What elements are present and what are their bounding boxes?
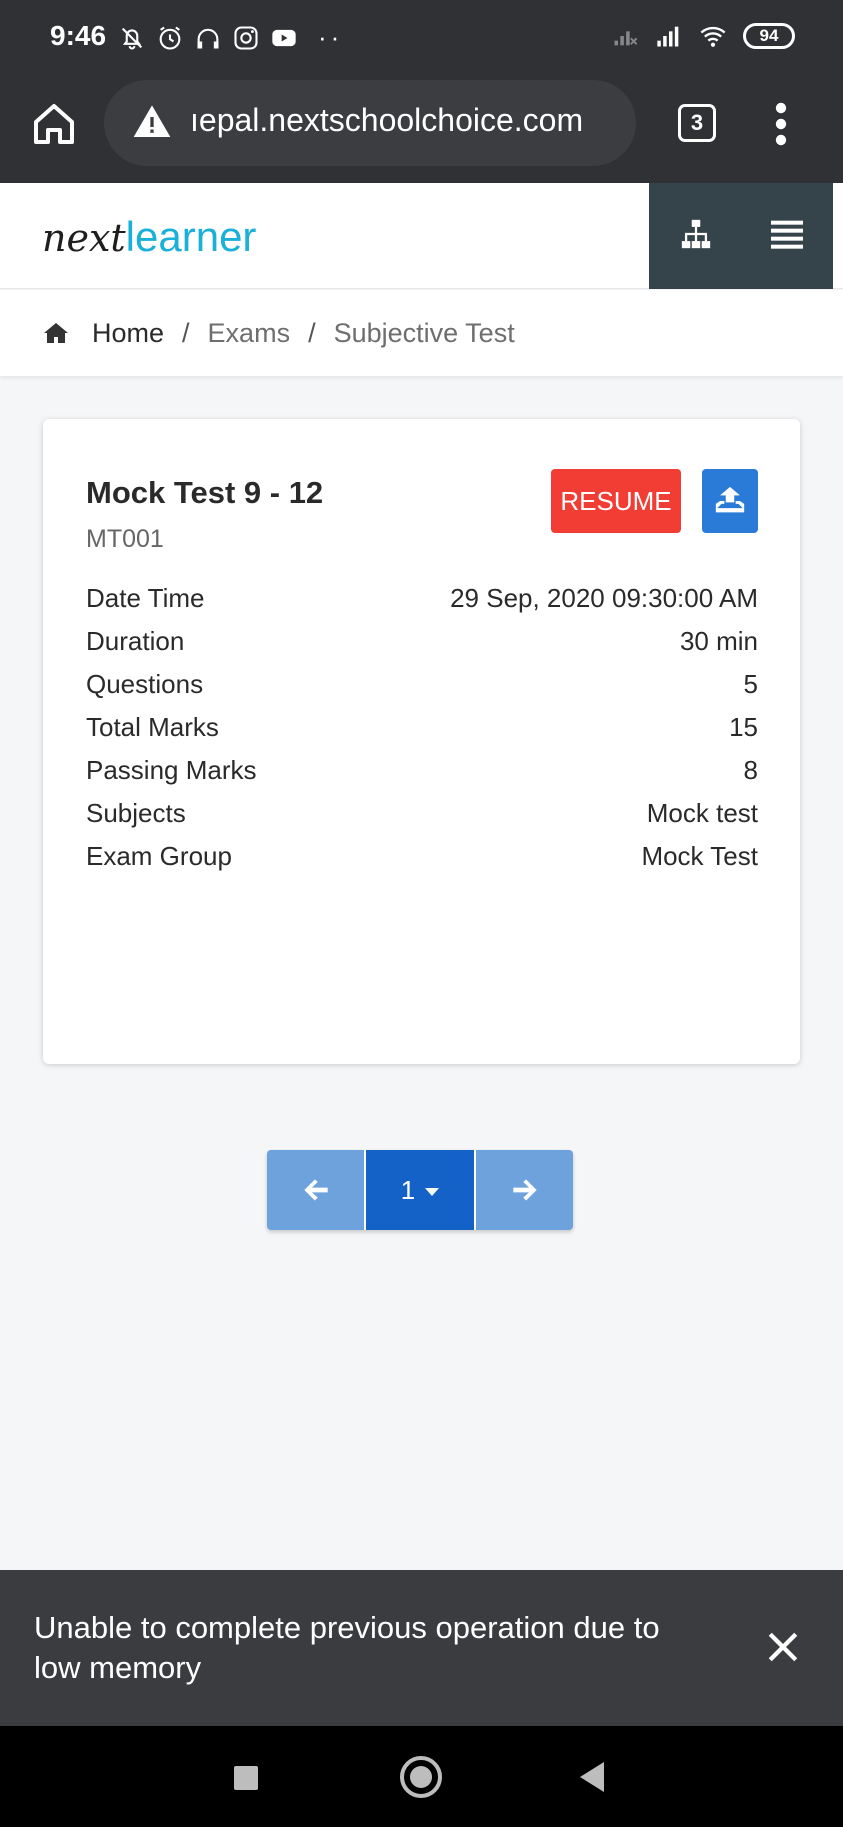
more-options-icon[interactable] bbox=[768, 100, 794, 148]
detail-value: 5 bbox=[743, 669, 758, 699]
detail-label: Questions bbox=[86, 669, 204, 699]
detail-row-passing-marks: Passing Marks 8 bbox=[86, 755, 758, 798]
pagination: 1 bbox=[267, 1150, 573, 1230]
exam-card: Mock Test 9 - 12 MT001 RESUME Date Time 2… bbox=[43, 419, 800, 1064]
exam-details: Date Time 29 Sep, 2020 09:30:00 AM Durati… bbox=[86, 583, 758, 884]
app-header: nextlearner bbox=[0, 183, 843, 289]
resume-button[interactable]: RESUME bbox=[551, 469, 681, 533]
breadcrumb-separator: / bbox=[182, 317, 190, 348]
home-icon[interactable] bbox=[44, 322, 68, 344]
upload-button[interactable] bbox=[702, 469, 758, 533]
address-bar[interactable]: ıepal.nextschoolchoice.com bbox=[104, 80, 636, 166]
signal-off-icon bbox=[614, 31, 638, 46]
detail-row-duration: Duration 30 min bbox=[86, 626, 758, 669]
current-page: 1 bbox=[400, 1174, 416, 1205]
tab-switcher-button[interactable]: 3 bbox=[678, 104, 716, 142]
detail-row-exam-group: Exam Group Mock Test bbox=[86, 841, 758, 884]
headphones-icon bbox=[197, 28, 219, 48]
detail-row-date-time: Date Time 29 Sep, 2020 09:30:00 AM bbox=[86, 583, 758, 626]
page-select-dropdown[interactable]: 1 bbox=[364, 1150, 476, 1230]
caret-down-icon bbox=[425, 1188, 440, 1196]
system-icons: 94 bbox=[611, 22, 795, 50]
battery-level: 94 bbox=[759, 26, 779, 45]
breadcrumb-exams[interactable]: Exams bbox=[208, 318, 291, 349]
close-icon[interactable] bbox=[766, 1630, 800, 1664]
breadcrumb-current: Subjective Test bbox=[333, 317, 515, 348]
exam-code: MT001 bbox=[86, 525, 164, 553]
youtube-icon bbox=[272, 29, 296, 46]
notification-icons: ·· bbox=[118, 22, 343, 53]
back-triangle-icon[interactable] bbox=[580, 1762, 604, 1792]
system-navigation-bar bbox=[0, 1726, 843, 1827]
next-page-button[interactable] bbox=[476, 1150, 573, 1230]
warning-icon[interactable] bbox=[132, 102, 172, 142]
detail-label: Date Time bbox=[86, 583, 205, 613]
previous-page-button[interactable] bbox=[267, 1150, 364, 1230]
detail-label: Passing Marks bbox=[86, 755, 257, 785]
detail-value: Mock Test bbox=[641, 841, 758, 871]
detail-value: 15 bbox=[729, 712, 758, 742]
recent-apps-icon[interactable] bbox=[234, 1766, 258, 1790]
detail-value: 30 min bbox=[679, 626, 758, 656]
detail-label: Exam Group bbox=[86, 841, 232, 871]
alarm-icon bbox=[159, 26, 181, 50]
detail-value: 29 Sep, 2020 09:30:00 AM bbox=[450, 583, 758, 613]
arrow-right-icon bbox=[512, 1179, 537, 1201]
detail-value: Mock test bbox=[646, 798, 758, 828]
detail-label: Total Marks bbox=[86, 712, 219, 742]
arrow-left-icon bbox=[303, 1179, 328, 1201]
browser-toolbar: ıepal.nextschoolchoice.com 3 bbox=[0, 78, 843, 183]
home-circle-icon[interactable] bbox=[400, 1756, 442, 1798]
logo-next: next bbox=[42, 216, 126, 260]
breadcrumb-home[interactable]: Home bbox=[92, 318, 164, 349]
list-menu-icon[interactable] bbox=[771, 219, 803, 249]
breadcrumb-separator: / bbox=[308, 317, 316, 348]
logo-learner: learner bbox=[125, 213, 257, 260]
detail-value: 8 bbox=[743, 755, 758, 785]
exam-title: Mock Test 9 - 12 bbox=[86, 475, 324, 510]
detail-row-questions: Questions 5 bbox=[86, 669, 758, 712]
detail-row-subjects: Subjects Mock test bbox=[86, 798, 758, 841]
detail-row-total-marks: Total Marks 15 bbox=[86, 712, 758, 755]
status-bar: 9:46 ·· 94 bbox=[0, 0, 843, 78]
status-time: 9:46 bbox=[50, 20, 107, 51]
nextlearner-logo[interactable]: nextlearner bbox=[42, 213, 256, 261]
detail-label: Subjects bbox=[86, 798, 186, 828]
bell-off-icon bbox=[121, 27, 143, 50]
header-actions bbox=[649, 183, 833, 289]
signal-icon bbox=[657, 26, 679, 47]
breadcrumb: Home / Exams / Subjective Test bbox=[0, 290, 843, 376]
sitemap-icon[interactable] bbox=[679, 217, 713, 251]
upload-icon bbox=[715, 486, 745, 513]
snackbar-message: Unable to complete previous operation du… bbox=[34, 1610, 660, 1685]
detail-label: Duration bbox=[86, 626, 185, 656]
instagram-icon bbox=[234, 25, 258, 50]
browser-home-icon[interactable] bbox=[30, 100, 78, 148]
wifi-icon bbox=[700, 26, 726, 47]
low-memory-snackbar: Unable to complete previous operation du… bbox=[0, 1570, 843, 1726]
url-text[interactable]: ıepal.nextschoolchoice.com bbox=[190, 102, 583, 139]
more-notifications-icon: ·· bbox=[318, 22, 344, 52]
battery-indicator: 94 bbox=[743, 23, 795, 49]
